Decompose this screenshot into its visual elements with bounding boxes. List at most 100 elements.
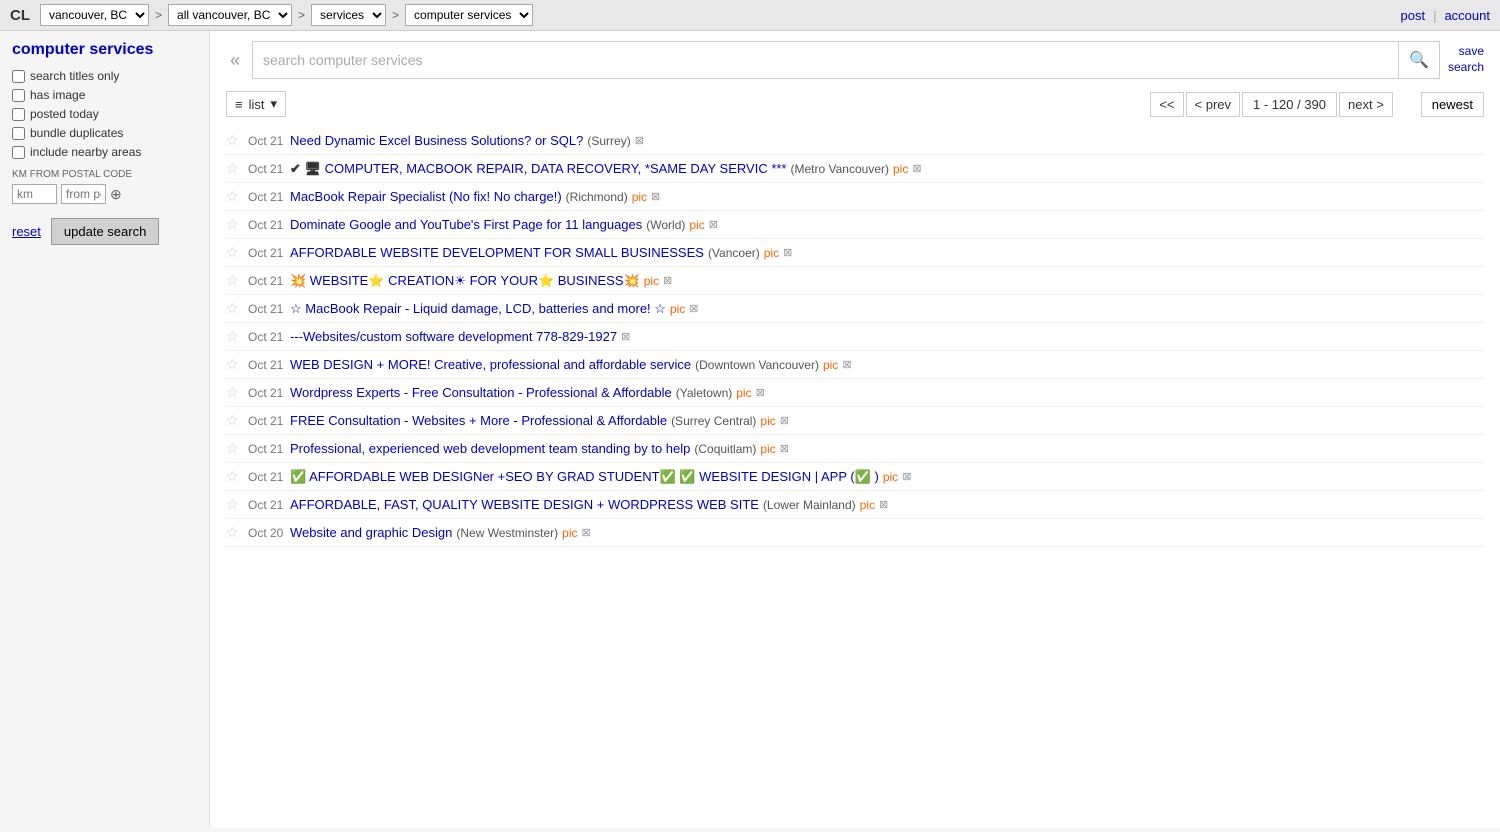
favorite-star[interactable]: ☆ bbox=[226, 468, 244, 485]
filter-include-nearby[interactable]: include nearby areas bbox=[12, 145, 197, 159]
listing-link[interactable]: ✅ AFFORDABLE WEB DESIGNer +SEO BY GRAD S… bbox=[290, 469, 879, 484]
listing-date: Oct 20 bbox=[248, 526, 286, 540]
list-icon: ≡ bbox=[235, 97, 243, 112]
listing-location: (Surrey) bbox=[587, 134, 630, 148]
search-input-wrapper: 🔍 bbox=[252, 41, 1440, 79]
km-label: KM FROM POSTAL CODE bbox=[12, 169, 197, 180]
favorite-star[interactable]: ☆ bbox=[226, 216, 244, 233]
listing-link[interactable]: Professional, experienced web developmen… bbox=[290, 441, 690, 456]
listing-link[interactable]: FREE Consultation - Websites + More - Pr… bbox=[290, 413, 667, 428]
target-icon[interactable]: ⊕ bbox=[110, 186, 122, 203]
list-item: ☆Oct 21WEB DESIGN + MORE! Creative, prof… bbox=[226, 351, 1484, 379]
newest-button[interactable]: newest bbox=[1421, 92, 1484, 117]
listing-hide-button[interactable]: ⊠ bbox=[902, 470, 911, 483]
listing-hide-button[interactable]: ⊠ bbox=[783, 246, 792, 259]
sidebar-title: computer services bbox=[12, 41, 197, 59]
collapse-button[interactable]: « bbox=[226, 50, 244, 71]
favorite-star[interactable]: ☆ bbox=[226, 412, 244, 429]
listing-link[interactable]: ☆ MacBook Repair - Liquid damage, LCD, b… bbox=[290, 301, 666, 316]
filter-search-titles[interactable]: search titles only bbox=[12, 69, 197, 83]
listing-hide-button[interactable]: ⊠ bbox=[635, 134, 644, 147]
list-item: ☆Oct 21MacBook Repair Specialist (No fix… bbox=[226, 183, 1484, 211]
listing-link[interactable]: Dominate Google and YouTube's First Page… bbox=[290, 217, 642, 232]
prev-page-button[interactable]: < prev bbox=[1186, 92, 1241, 117]
listing-link[interactable]: Website and graphic Design bbox=[290, 525, 452, 540]
sidebar-buttons: reset update search bbox=[12, 218, 197, 245]
account-link[interactable]: account bbox=[1444, 8, 1490, 23]
listing-link[interactable]: AFFORDABLE, FAST, QUALITY WEBSITE DESIGN… bbox=[290, 497, 759, 512]
favorite-star[interactable]: ☆ bbox=[226, 272, 244, 289]
km-section: KM FROM POSTAL CODE ⊕ bbox=[12, 169, 197, 204]
view-label: list bbox=[249, 97, 265, 112]
listing-link[interactable]: COMPUTER, MACBOOK REPAIR, DATA RECOVERY,… bbox=[325, 161, 787, 176]
list-item: ☆Oct 21☆ MacBook Repair - Liquid damage,… bbox=[226, 295, 1484, 323]
category-select[interactable]: computer services bbox=[405, 4, 533, 26]
listing-hide-button[interactable]: ⊠ bbox=[756, 386, 765, 399]
first-page-button[interactable]: << bbox=[1150, 92, 1183, 117]
favorite-star[interactable]: ☆ bbox=[226, 132, 244, 149]
topbar-right: post | account bbox=[1400, 8, 1490, 23]
favorite-star[interactable]: ☆ bbox=[226, 160, 244, 177]
pagination-group: << < prev 1 - 120 / 390 next > bbox=[1150, 92, 1392, 117]
search-titles-checkbox[interactable] bbox=[12, 70, 25, 83]
listing-hide-button[interactable]: ⊠ bbox=[651, 190, 660, 203]
main-layout: computer services search titles only has… bbox=[0, 31, 1500, 828]
services-select[interactable]: services bbox=[311, 4, 386, 26]
listing-hide-button[interactable]: ⊠ bbox=[780, 414, 789, 427]
listing-link[interactable]: ---Websites/custom software development … bbox=[290, 329, 617, 344]
has-image-label: has image bbox=[30, 88, 85, 102]
listing-title: FREE Consultation - Websites + More - Pr… bbox=[290, 413, 667, 428]
favorite-star[interactable]: ☆ bbox=[226, 300, 244, 317]
postal-input[interactable] bbox=[61, 184, 106, 204]
favorite-star[interactable]: ☆ bbox=[226, 328, 244, 345]
listing-link[interactable]: Need Dynamic Excel Business Solutions? o… bbox=[290, 133, 583, 148]
area-select[interactable]: all vancouver, BC bbox=[168, 4, 292, 26]
listing-link[interactable]: 💥 WEBSITE⭐ CREATION☀ FOR YOUR⭐ BUSINESS💥 bbox=[290, 273, 640, 288]
view-dropdown[interactable]: ≡ list ▾ bbox=[226, 91, 286, 117]
listing-link[interactable]: Wordpress Experts - Free Consultation - … bbox=[290, 385, 672, 400]
listing-hide-button[interactable]: ⊠ bbox=[842, 358, 851, 371]
favorite-star[interactable]: ☆ bbox=[226, 524, 244, 541]
list-item: ☆Oct 21FREE Consultation - Websites + Mo… bbox=[226, 407, 1484, 435]
listing-hide-button[interactable]: ⊠ bbox=[663, 274, 672, 287]
bundle-duplicates-checkbox[interactable] bbox=[12, 127, 25, 140]
listing-hide-button[interactable]: ⊠ bbox=[621, 330, 630, 343]
search-button[interactable]: 🔍 bbox=[1398, 42, 1439, 78]
search-input[interactable] bbox=[253, 44, 1398, 76]
arrow-3: > bbox=[392, 8, 399, 22]
listing-hide-button[interactable]: ⊠ bbox=[689, 302, 698, 315]
listing-hide-button[interactable]: ⊠ bbox=[879, 498, 888, 511]
favorite-star[interactable]: ☆ bbox=[226, 188, 244, 205]
listing-hide-button[interactable]: ⊠ bbox=[709, 218, 718, 231]
has-image-checkbox[interactable] bbox=[12, 89, 25, 102]
next-page-button[interactable]: next > bbox=[1339, 92, 1393, 117]
listing-location: (Surrey Central) bbox=[671, 414, 756, 428]
list-item: ☆Oct 21AFFORDABLE WEBSITE DEVELOPMENT FO… bbox=[226, 239, 1484, 267]
favorite-star[interactable]: ☆ bbox=[226, 244, 244, 261]
listing-title: Professional, experienced web developmen… bbox=[290, 441, 690, 456]
arrow-1: > bbox=[155, 8, 162, 22]
region-select[interactable]: vancouver, BC bbox=[40, 4, 149, 26]
filter-has-image[interactable]: has image bbox=[12, 88, 197, 102]
include-nearby-checkbox[interactable] bbox=[12, 146, 25, 159]
reset-button[interactable]: reset bbox=[12, 224, 41, 239]
listing-location: (Lower Mainland) bbox=[763, 498, 856, 512]
posted-today-checkbox[interactable] bbox=[12, 108, 25, 121]
favorite-star[interactable]: ☆ bbox=[226, 496, 244, 513]
listing-link[interactable]: WEB DESIGN + MORE! Creative, professiona… bbox=[290, 357, 691, 372]
post-link[interactable]: post bbox=[1400, 8, 1425, 23]
save-search-button[interactable]: save search bbox=[1448, 44, 1484, 75]
filter-posted-today[interactable]: posted today bbox=[12, 107, 197, 121]
filter-bundle-duplicates[interactable]: bundle duplicates bbox=[12, 126, 197, 140]
km-input[interactable] bbox=[12, 184, 57, 204]
favorite-star[interactable]: ☆ bbox=[226, 356, 244, 373]
favorite-star[interactable]: ☆ bbox=[226, 440, 244, 457]
listing-link[interactable]: MacBook Repair Specialist (No fix! No ch… bbox=[290, 189, 562, 204]
listing-hide-button[interactable]: ⊠ bbox=[780, 442, 789, 455]
listing-link[interactable]: AFFORDABLE WEBSITE DEVELOPMENT FOR SMALL… bbox=[290, 245, 704, 260]
listing-hide-button[interactable]: ⊠ bbox=[912, 162, 921, 175]
listing-location: (New Westminster) bbox=[456, 526, 558, 540]
update-search-button[interactable]: update search bbox=[51, 218, 159, 245]
favorite-star[interactable]: ☆ bbox=[226, 384, 244, 401]
listing-hide-button[interactable]: ⊠ bbox=[582, 526, 591, 539]
